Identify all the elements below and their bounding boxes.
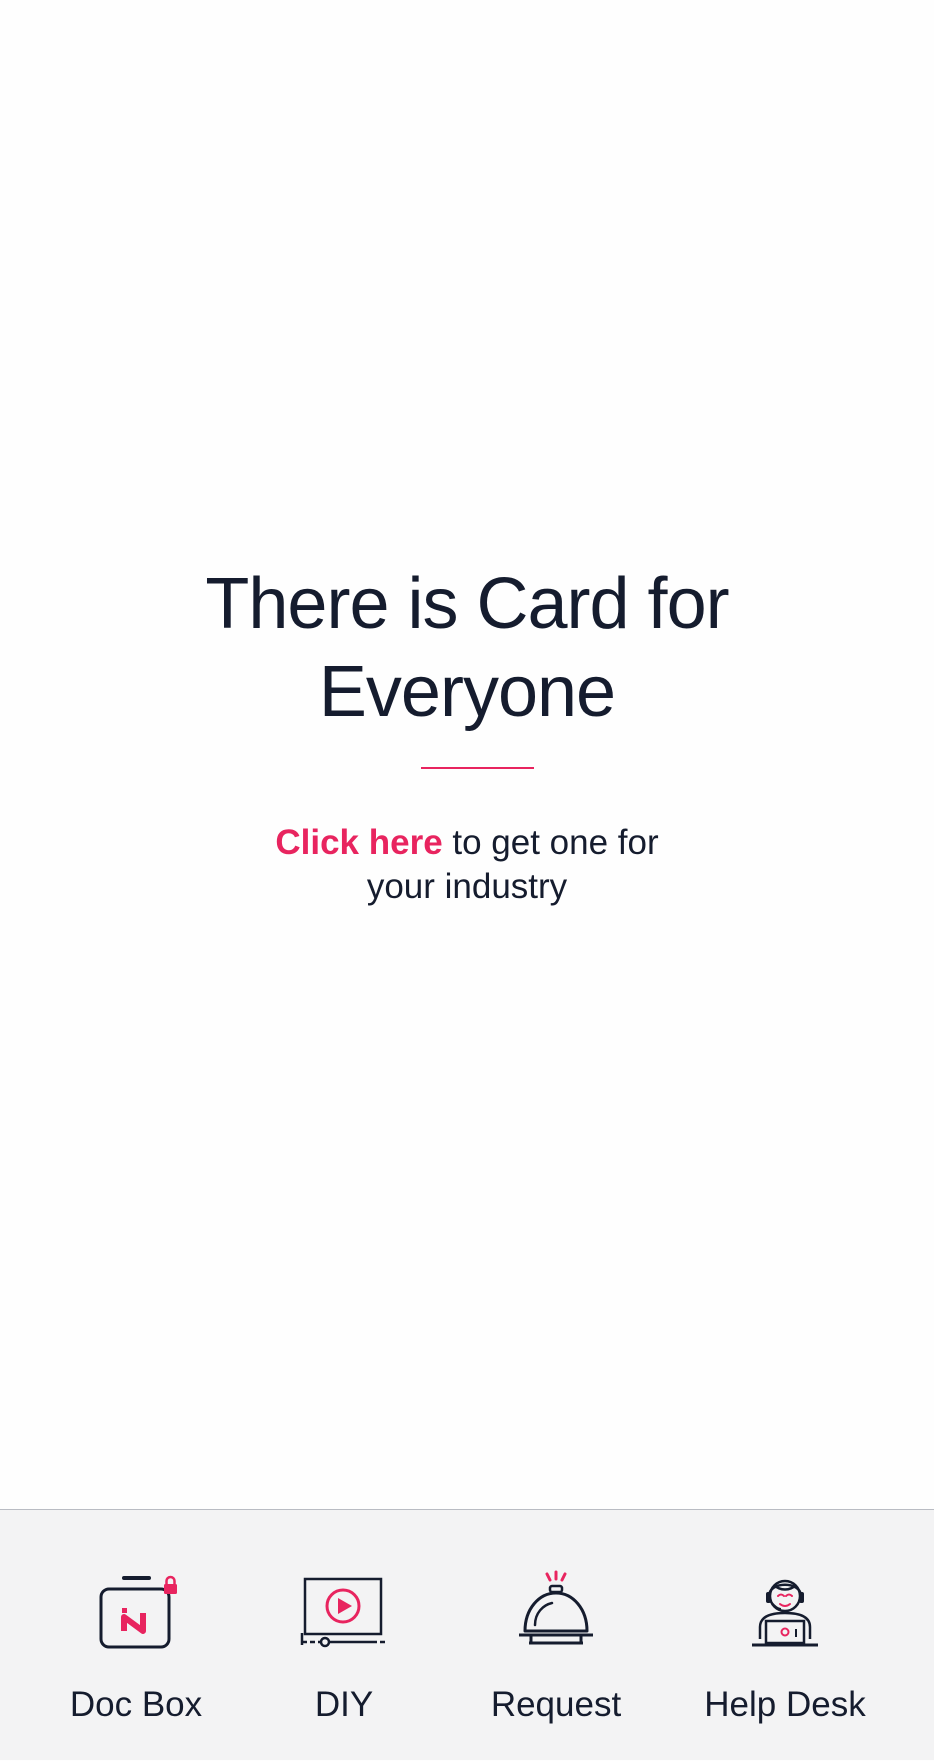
bottom-tab-bar: Doc Box DIY Request Help Desk [0, 1509, 934, 1760]
tab-doc-box-label: Doc Box [69, 1685, 203, 1724]
click-here-link[interactable]: Click here [275, 823, 442, 862]
main-content: There is Card for Everyone Click here to… [0, 0, 934, 1509]
tab-diy[interactable]: DIY [252, 1510, 436, 1761]
title-divider [421, 767, 534, 769]
cta-line-1: Click here to get one for [0, 821, 934, 865]
support-agent-icon [740, 1569, 830, 1649]
cta-text: Click here to get one for your industry [0, 821, 934, 909]
video-play-icon [299, 1569, 389, 1649]
tab-doc-box[interactable]: Doc Box [20, 1510, 252, 1761]
doc-box-icon [91, 1569, 181, 1649]
page-title-line-1: There is Card for [205, 564, 729, 644]
tab-request-label: Request [490, 1685, 622, 1724]
tab-help-desk-label: Help Desk [704, 1685, 866, 1724]
service-bell-icon [511, 1569, 601, 1649]
cta-text-line-1: to get one for [442, 823, 659, 862]
page-title-line-2: Everyone [318, 652, 616, 732]
tab-request[interactable]: Request [436, 1510, 676, 1761]
tab-diy-label: DIY [314, 1685, 374, 1724]
page-title: There is Card for Everyone [0, 560, 934, 736]
tab-help-desk[interactable]: Help Desk [676, 1510, 894, 1761]
cta-text-line-2: your industry [366, 867, 568, 906]
